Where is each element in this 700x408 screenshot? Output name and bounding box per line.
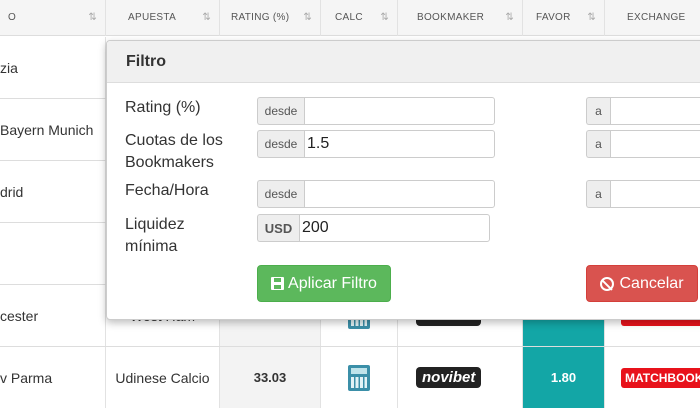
currency-addon: USD	[257, 214, 299, 242]
date-label: Fecha/Hora	[125, 182, 209, 199]
apply-filter-label: Aplicar Filtro	[288, 274, 377, 292]
calculator-icon[interactable]	[348, 364, 370, 391]
sort-icon[interactable]: ⇅	[303, 0, 312, 36]
sort-icon[interactable]: ⇅	[88, 0, 97, 36]
liquidity-label-line2: mínima	[125, 238, 178, 255]
event-cell: cester	[0, 285, 106, 346]
col-header-bookmaker[interactable]: BOOKMAKER ⇅	[398, 0, 523, 36]
sort-icon[interactable]: ⇅	[380, 0, 389, 36]
exchange-cell: MATCHBOOK	[605, 347, 700, 408]
apply-filter-button[interactable]: Aplicar Filtro	[257, 265, 391, 302]
rating-from-addon: desde	[257, 97, 304, 125]
floppy-disk-icon	[271, 277, 285, 290]
event-cell: v Parma	[0, 347, 106, 408]
rating-from-input[interactable]	[304, 97, 495, 125]
date-to-input[interactable]	[610, 180, 700, 208]
bookmaker-cell: novibet	[398, 347, 523, 408]
event-cell	[0, 223, 106, 284]
col-header-event[interactable]: O ⇅	[0, 0, 106, 36]
rating-label: Rating (%)	[125, 99, 201, 116]
rating-to-addon: a	[586, 97, 610, 125]
col-header-apuesta[interactable]: APUESTA ⇅	[106, 0, 220, 36]
odds-to-input[interactable]	[610, 130, 700, 158]
liquidity-input[interactable]: 200	[299, 214, 490, 242]
odds-from-addon: desde	[257, 130, 304, 158]
table-header: O ⇅ APUESTA ⇅ RATING (%) ⇅ CALC ⇅ BOOKMA…	[0, 0, 700, 36]
date-from-addon: desde	[257, 180, 304, 208]
rating-to-input[interactable]	[610, 97, 700, 125]
odds-label-line2: Bookmakers	[125, 154, 214, 171]
rating-cell: 33.03	[220, 347, 321, 408]
event-cell: zia	[0, 37, 106, 98]
odds-to-addon: a	[586, 130, 610, 158]
filter-modal: Filtro Rating (%) desde a Cuotas de los …	[106, 40, 700, 320]
date-from-input[interactable]	[304, 180, 495, 208]
date-to-addon: a	[586, 180, 610, 208]
table-row[interactable]: v Parma Udinese Calcio 33.03 novibet 1.8…	[0, 347, 700, 408]
sort-icon[interactable]: ⇅	[587, 0, 596, 36]
odds-label-line1: Cuotas de los	[125, 132, 223, 149]
cancel-button[interactable]: Cancelar	[586, 265, 698, 302]
odds-from-input[interactable]: 1.5	[304, 130, 495, 158]
sort-icon[interactable]: ⇅	[505, 0, 514, 36]
liquidity-label-line1: Liquidez	[125, 216, 185, 233]
apuesta-cell: Udinese Calcio	[106, 347, 220, 408]
col-header-rating[interactable]: RATING (%) ⇅	[220, 0, 321, 36]
modal-header: Filtro	[107, 41, 700, 83]
event-cell: Bayern Munich	[0, 99, 106, 160]
col-header-favor[interactable]: FAVOR ⇅	[523, 0, 605, 36]
calc-cell	[321, 347, 398, 408]
modal-title: Filtro	[126, 53, 166, 70]
favor-cell[interactable]: 1.80	[523, 347, 605, 408]
bookmaker-logo[interactable]: novibet	[416, 367, 482, 388]
sort-icon[interactable]: ⇅	[202, 0, 211, 36]
col-header-calc[interactable]: CALC ⇅	[321, 0, 398, 36]
exchange-logo[interactable]: MATCHBOOK	[621, 367, 700, 388]
event-cell: drid	[0, 161, 106, 222]
cancel-label: Cancelar	[619, 274, 684, 292]
col-header-exchange[interactable]: EXCHANGE	[605, 0, 700, 36]
ban-icon	[600, 276, 615, 291]
